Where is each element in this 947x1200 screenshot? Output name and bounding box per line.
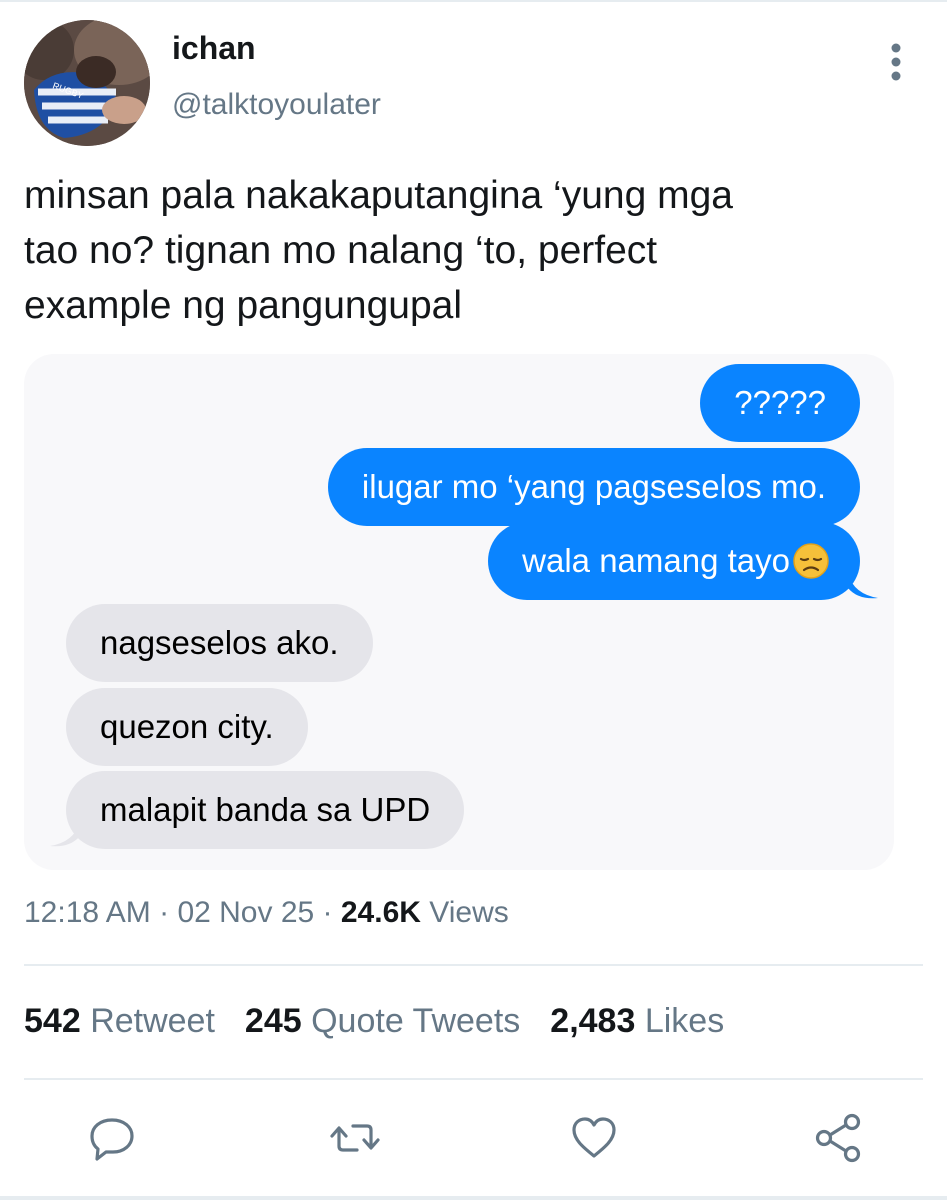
avatar-image: RUGBY [24,20,150,146]
tweet-meta: 12:18 AM · 02 Nov 25 · 24.6K Views [24,896,509,930]
likes-label: Likes [644,1002,725,1040]
disappointed-face-emoji [792,542,830,580]
sent-message: wala namang tayo [488,522,860,600]
retweet-icon[interactable] [327,1110,383,1166]
more-options-icon[interactable] [884,42,908,82]
likes-stat[interactable]: 2,483 Likes [550,1002,724,1040]
received-bubble-tail [50,822,80,847]
likes-count: 2,483 [550,1002,636,1040]
sent-message-text: ilugar mo ‘yang pagseselos mo. [361,468,826,505]
sent-message: ilugar mo ‘yang pagseselos mo. [327,448,860,526]
tweet-date: 02 Nov 25 [177,896,315,929]
views-label: Views [429,896,509,929]
sent-message-text: wala namang tayo [522,542,790,579]
share-icon[interactable] [810,1110,866,1166]
quotes-label: Quote Tweets [311,1002,521,1040]
quotes-stat[interactable]: 245 Quote Tweets [245,1002,520,1040]
user-handle[interactable]: @talktoyoulater [172,88,381,122]
received-message: nagseselos ako. [66,604,373,682]
bottom-divider [0,1196,947,1200]
tweet-media-chat-screenshot[interactable]: ????? ilugar mo ‘yang pagseselos mo. wal… [24,354,894,870]
quotes-count: 245 [244,1002,302,1040]
received-message: quezon city. [66,688,308,766]
received-message-text: quezon city. [100,708,274,745]
meta-separator: · [314,896,341,929]
received-message: malapit banda sa UPD [66,771,465,849]
divider [24,964,923,966]
sent-message: ????? [700,364,860,442]
received-message-text: nagseselos ako. [100,624,339,661]
retweets-count: 542 [24,1002,81,1040]
like-icon[interactable] [566,1110,622,1166]
reply-icon[interactable] [84,1110,140,1166]
tweet-text: minsan pala nakakaputangina ‘yung mga ta… [24,174,733,327]
divider [24,1078,923,1080]
top-divider [0,0,947,2]
retweets-stat[interactable]: 542 Retweet [24,1002,215,1040]
tweet-stats: 542 Retweet 245 Quote Tweets 2,483 Likes [24,1002,724,1041]
display-name[interactable]: ichan [172,30,256,67]
sent-bubble-tail [848,574,878,599]
retweets-label: Retweet [90,1002,215,1040]
tweet-time: 12:18 AM [24,896,151,929]
meta-separator: · [150,896,178,929]
views-count: 24.6K [340,896,421,929]
avatar[interactable]: RUGBY [24,20,150,146]
sent-message-text: ????? [734,384,826,421]
received-message-text: malapit banda sa UPD [100,791,431,828]
